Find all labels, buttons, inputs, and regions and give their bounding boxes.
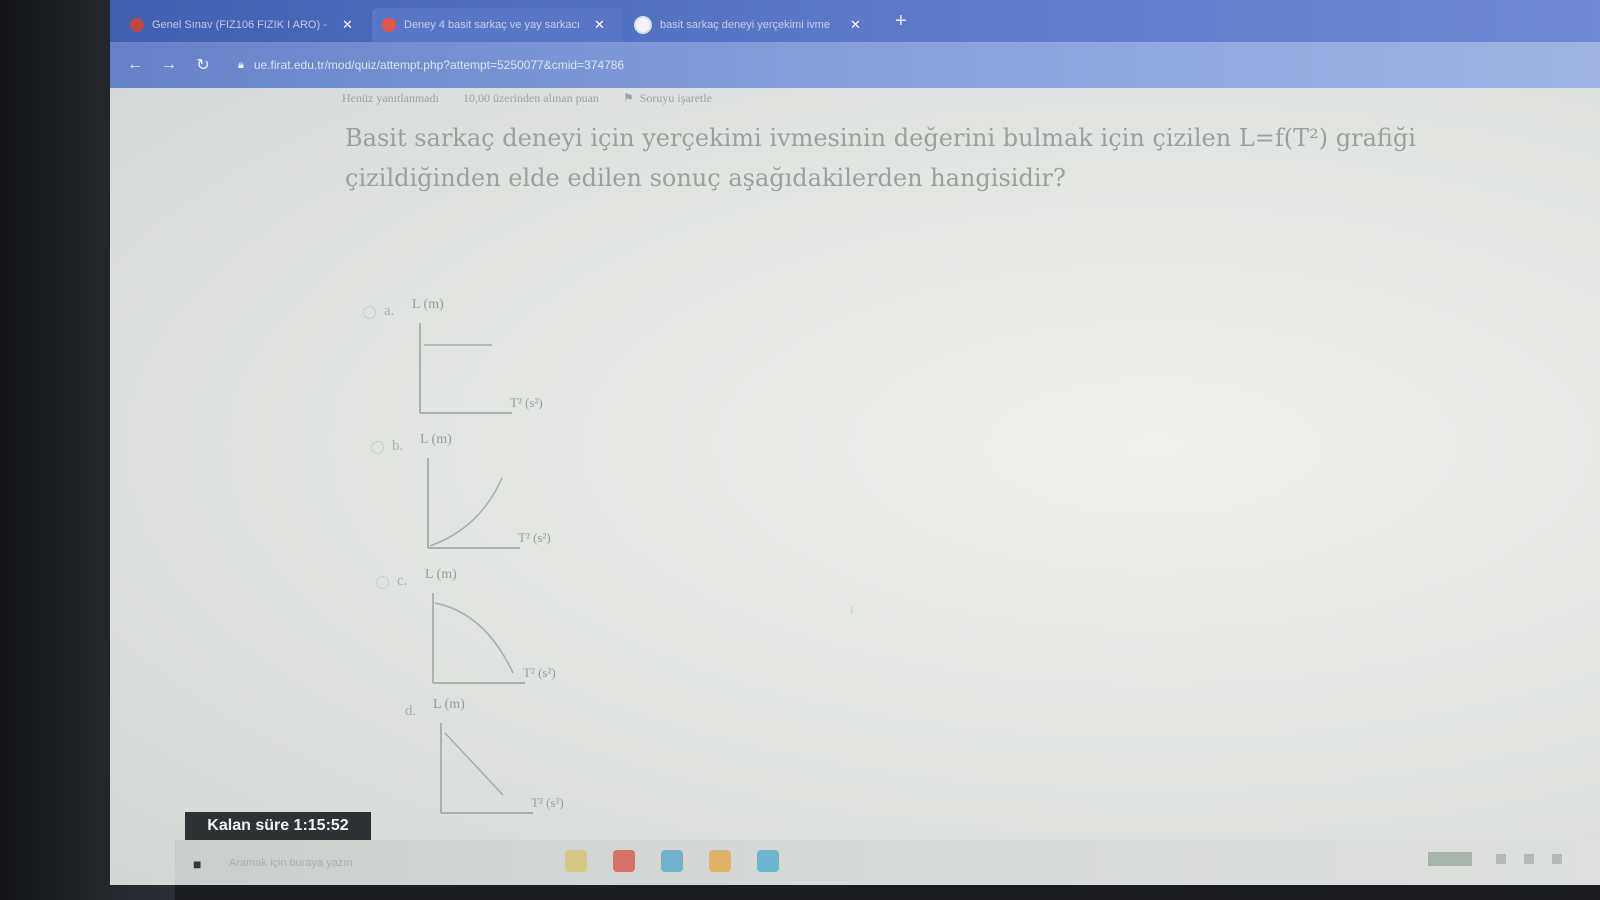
graph-c-plot [432,593,525,684]
opera-favicon-icon [382,18,396,32]
notification-icon[interactable] [1552,854,1562,864]
mouse-cursor-icon: I [850,603,854,617]
question-points: 10,00 üzerinden alınan puan [462,90,599,105]
remaining-time-timer: Kalan süre 1:15:52 [185,812,371,840]
flag-question-link[interactable]: ⚑ Soruyu işaretle [623,91,736,106]
tab-label: Genel Sınav (FIZ106 FIZIK I ARO) - [152,19,327,31]
radio-a[interactable] [363,306,376,319]
flag-label: Soruyu işaretle [639,90,713,105]
answer-option-c[interactable]: c. L (m) T² (s²) [376,567,595,693]
answer-option-a[interactable]: a. L (m) T² (s²) [363,297,582,423]
windows-start-icon[interactable]: ■ [193,856,207,872]
chrome-icon[interactable] [709,850,731,872]
curve-increasing [429,477,503,547]
file-explorer-icon[interactable] [565,850,587,872]
radio-c[interactable] [376,576,389,589]
opera-icon[interactable] [613,850,635,872]
graph-b: L (m) T² (s²) [420,432,590,558]
close-tab-icon[interactable]: ✕ [594,17,605,33]
tab-label: basit sarkaç deneyi yerçekimi ivme [660,19,830,31]
x-axis-label: T² (s²) [531,795,564,810]
back-arrow-icon[interactable]: ← [126,56,144,74]
graph-b-plot [427,458,520,549]
graph-a: L (m) T² (s²) [412,297,582,423]
forward-arrow-icon[interactable]: → [160,56,178,74]
moodle-favicon-icon [130,18,144,32]
address-bar: ← → ↻ 🔒︎ ue.firat.edu.tr/mod/quiz/attemp… [110,42,1600,88]
answer-option-b[interactable]: b. L (m) T² (s²) [371,432,590,558]
question-line-1: Basit sarkaç deneyi için yerçekimi ivmes… [345,124,1416,152]
battery-icon[interactable] [1428,852,1472,866]
x-axis-label: T² (s²) [510,395,543,410]
lock-icon: 🔒︎ [238,58,244,71]
close-tab-icon[interactable]: ✕ [850,17,861,33]
radio-d[interactable] [384,706,397,719]
tab-quiz[interactable]: Genel Sınav (FIZ106 FIZIK I ARO) - ✕ [120,8,370,42]
option-letter: a. [384,303,395,319]
app-icon[interactable] [757,850,779,872]
tab-google[interactable]: basit sarkaç deneyi yerçekimi ivme ✕ [624,8,874,42]
graph-d: L (m) T² (s²) [433,697,603,823]
question-text: Basit sarkaç deneyi için yerçekimi ivmes… [345,118,1445,198]
taskbar-apps [565,850,805,872]
screen: Genel Sınav (FIZ106 FIZIK I ARO) - ✕ Den… [110,0,1600,885]
system-tray [1428,852,1580,866]
network-icon[interactable] [1496,854,1506,864]
browser-tabbar: Genel Sınav (FIZ106 FIZIK I ARO) - ✕ Den… [110,0,1600,42]
url-field[interactable]: ue.firat.edu.tr/mod/quiz/attempt.php?att… [254,58,624,72]
question-line-2: çizildiğinden elde edilen sonuç aşağıdak… [345,164,1066,192]
question-info: Henüz yanıtlanmadı 10,00 üzerinden alına… [342,88,760,108]
graph-c: L (m) T² (s²) [425,567,595,693]
reload-icon[interactable]: ↻ [194,55,212,75]
google-favicon-icon [634,16,652,34]
flag-icon: ⚑ [622,90,634,105]
option-letter: b. [392,438,404,454]
new-tab-button[interactable]: + [895,10,907,33]
graph-a-plot [419,323,512,414]
option-letter: d. [405,703,417,719]
x-axis-label: T² (s²) [518,530,551,545]
curve-decreasing-concave [434,602,514,674]
radio-b[interactable] [371,441,384,454]
x-axis-label: T² (s²) [523,665,556,680]
close-tab-icon[interactable]: ✕ [342,17,353,33]
answer-option-d[interactable]: d. L (m) T² (s²) [384,697,603,823]
volume-icon[interactable] [1524,854,1534,864]
taskbar-search-input[interactable]: Aramak için buraya yazın [229,857,353,869]
store-icon[interactable] [661,850,683,872]
curve-decreasing-linear [444,732,504,796]
graph-d-plot [440,723,533,814]
tab-deney[interactable]: Deney 4 basit sarkaç ve yay sarkacı ✕ [372,8,622,42]
option-letter: c. [397,573,408,589]
tab-label: Deney 4 basit sarkaç ve yay sarkacı [404,19,581,31]
windows-taskbar: ■ Aramak için buraya yazın [175,840,1600,885]
quiz-page: Henüz yanıtlanmadı 10,00 üzerinden alına… [110,88,1600,885]
question-status: Henüz yanıtlanmadı [342,90,439,105]
